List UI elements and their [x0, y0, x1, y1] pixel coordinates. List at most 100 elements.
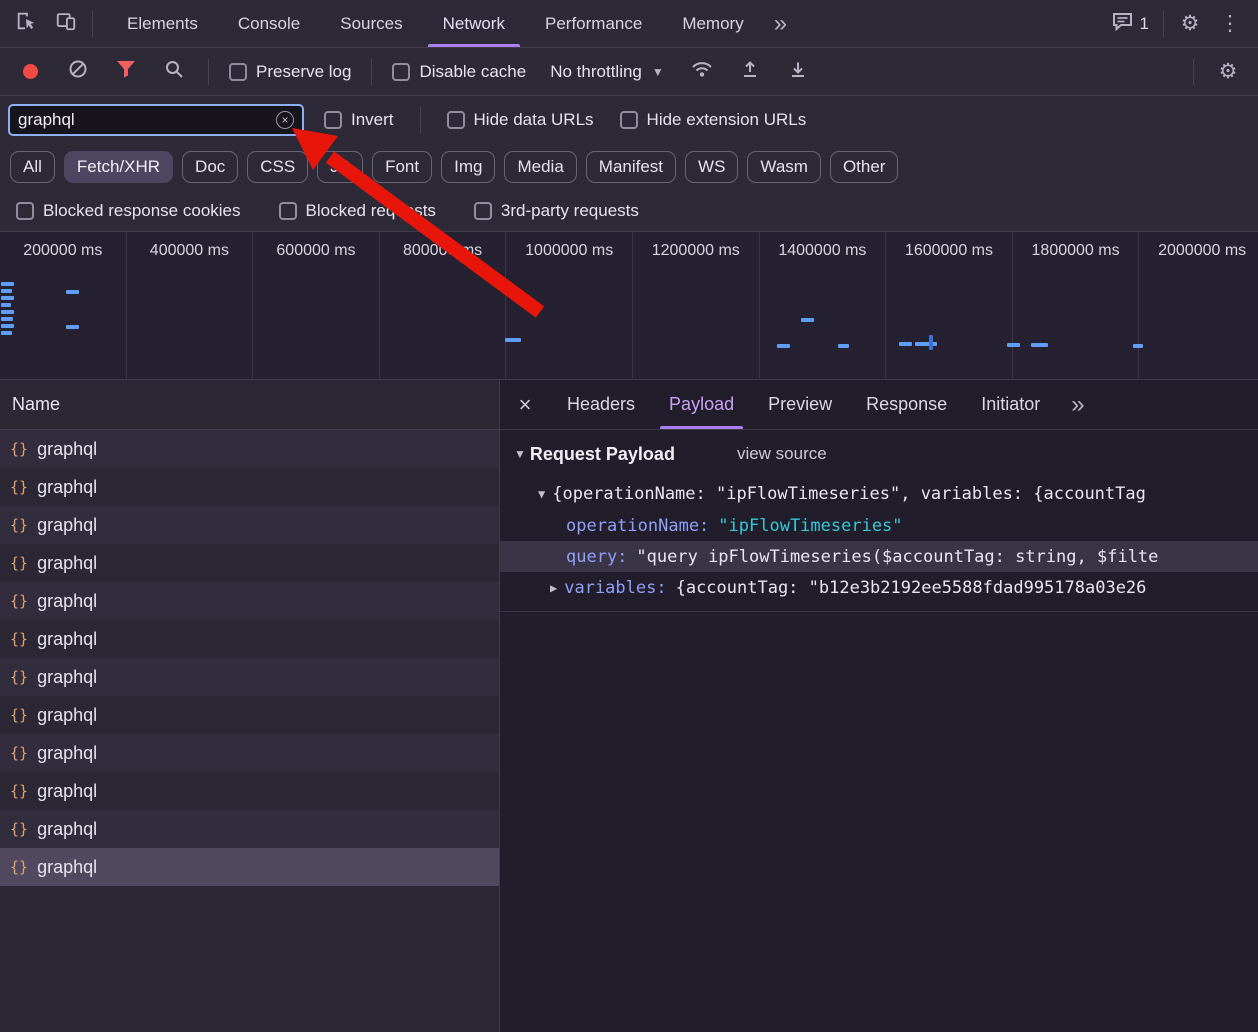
- waterfall-bar: [66, 325, 79, 329]
- table-row[interactable]: {}graphql: [0, 430, 499, 468]
- type-filter-ws[interactable]: WS: [685, 151, 738, 183]
- device-toolbar-button[interactable]: [46, 4, 86, 44]
- record-network-log-button[interactable]: [10, 52, 50, 92]
- tab-network[interactable]: Network: [423, 0, 525, 47]
- tab-sources[interactable]: Sources: [320, 0, 422, 47]
- clear-network-log-button[interactable]: [58, 52, 98, 92]
- payload-value: "ipFlowTimeseries": [718, 516, 902, 536]
- panel-tabs: Elements Console Sources Network Perform…: [107, 0, 795, 47]
- tab-elements[interactable]: Elements: [107, 0, 218, 47]
- import-har-button[interactable]: [730, 52, 770, 92]
- payload-root-row[interactable]: ▼ {operationName: "ipFlowTimeseries", va…: [500, 478, 1258, 510]
- third-party-requests-checkbox[interactable]: [474, 202, 492, 220]
- hide-data-urls-label: Hide data URLs: [474, 110, 594, 130]
- payload-key: operationName:: [566, 516, 709, 536]
- tab-memory[interactable]: Memory: [662, 0, 763, 47]
- waterfall-bar: [1, 331, 12, 335]
- hide-data-urls-checkbox[interactable]: [447, 111, 465, 129]
- kebab-menu-icon: ⋮: [1220, 13, 1241, 34]
- payload-entry-row[interactable]: operationName: "ipFlowTimeseries": [500, 510, 1258, 541]
- view-source-link[interactable]: view source: [737, 444, 827, 464]
- issues-counter[interactable]: 1: [1104, 12, 1157, 36]
- payload-key: query:: [566, 547, 627, 567]
- network-conditions-button[interactable]: [682, 52, 722, 92]
- table-row[interactable]: {}graphql: [0, 582, 499, 620]
- name-column-header: Name: [12, 394, 60, 415]
- invert-checkbox[interactable]: [324, 111, 342, 129]
- type-filter-other[interactable]: Other: [830, 151, 899, 183]
- table-row[interactable]: {}graphql: [0, 772, 499, 810]
- payload-tree: ▼ {operationName: "ipFlowTimeseries", va…: [500, 478, 1258, 612]
- request-name: graphql: [37, 857, 97, 878]
- close-details-button[interactable]: ×: [500, 392, 550, 418]
- tab-response[interactable]: Response: [849, 380, 964, 429]
- waterfall-bar: [777, 344, 790, 348]
- type-filter-manifest[interactable]: Manifest: [586, 151, 676, 183]
- type-filter-doc[interactable]: Doc: [182, 151, 238, 183]
- type-filter-css[interactable]: CSS: [247, 151, 308, 183]
- table-row[interactable]: {}graphql: [0, 506, 499, 544]
- tab-preview[interactable]: Preview: [751, 380, 849, 429]
- table-row[interactable]: {}graphql: [0, 544, 499, 582]
- expander-open-icon[interactable]: ▼: [538, 487, 545, 501]
- export-har-button[interactable]: [778, 52, 818, 92]
- clear-filter-icon[interactable]: ×: [276, 111, 294, 129]
- collapse-section-icon[interactable]: ▼: [514, 447, 526, 461]
- waterfall-bar: [1007, 343, 1020, 347]
- network-overview-timeline[interactable]: 200000 ms 400000 ms 600000 ms 800000 ms …: [0, 232, 1258, 380]
- type-filter-all[interactable]: All: [10, 151, 55, 183]
- table-row[interactable]: {}graphql: [0, 734, 499, 772]
- network-filter-row: × Invert Hide data URLs Hide extension U…: [0, 96, 1258, 144]
- payload-entry-row[interactable]: ▶ variables: {accountTag: "b12e3b2192ee5…: [500, 572, 1258, 603]
- table-row[interactable]: {}graphql: [0, 620, 499, 658]
- more-detail-tabs-button[interactable]: »: [1061, 391, 1092, 419]
- tab-initiator[interactable]: Initiator: [964, 380, 1057, 429]
- request-name: graphql: [37, 477, 97, 498]
- more-panels-button[interactable]: »: [764, 0, 795, 47]
- network-settings-button[interactable]: ⚙: [1208, 52, 1248, 92]
- message-bubble-icon: [1112, 12, 1133, 36]
- settings-button[interactable]: ⚙: [1170, 4, 1210, 44]
- type-filter-wasm[interactable]: Wasm: [747, 151, 821, 183]
- payload-entry-row[interactable]: query: "query ipFlowTimeseries($accountT…: [500, 541, 1258, 572]
- funnel-filter-icon: [116, 60, 136, 83]
- type-filter-fetch-xhr[interactable]: Fetch/XHR: [64, 151, 173, 183]
- inspect-cursor-icon: [15, 10, 37, 37]
- filter-input[interactable]: [18, 110, 276, 130]
- main-menu-button[interactable]: ⋮: [1210, 4, 1250, 44]
- expander-closed-icon[interactable]: ▶: [550, 581, 557, 595]
- disable-cache-checkbox[interactable]: [392, 63, 410, 81]
- throttling-dropdown[interactable]: No throttling ▼: [540, 62, 674, 82]
- blocked-requests-checkbox[interactable]: [279, 202, 297, 220]
- requests-table-header[interactable]: Name: [0, 380, 499, 430]
- request-type-filters: All Fetch/XHR Doc CSS JS Font Img Media …: [0, 144, 1258, 190]
- hide-extension-urls-checkbox[interactable]: [620, 111, 638, 129]
- network-conditions-icon: [690, 59, 714, 84]
- json-braces-icon: {}: [10, 858, 28, 876]
- waterfall-bar: [1, 310, 14, 314]
- inspect-element-button[interactable]: [6, 4, 46, 44]
- table-row[interactable]: {}graphql: [0, 658, 499, 696]
- tab-headers[interactable]: Headers: [550, 380, 652, 429]
- table-row-selected[interactable]: {} graphql: [0, 848, 499, 886]
- type-filter-img[interactable]: Img: [441, 151, 495, 183]
- table-row[interactable]: {}graphql: [0, 810, 499, 848]
- table-row[interactable]: {}graphql: [0, 468, 499, 506]
- table-row[interactable]: {}graphql: [0, 696, 499, 734]
- request-name: graphql: [37, 781, 97, 802]
- chevron-double-icon: »: [774, 10, 785, 38]
- chevron-down-icon: ▼: [652, 65, 664, 79]
- blocked-response-cookies-checkbox[interactable]: [16, 202, 34, 220]
- type-filter-media[interactable]: Media: [504, 151, 576, 183]
- json-braces-icon: {}: [10, 706, 28, 724]
- tab-performance[interactable]: Performance: [525, 0, 662, 47]
- gear-icon: ⚙: [1219, 61, 1238, 82]
- search-network-button[interactable]: [154, 52, 194, 92]
- type-filter-font[interactable]: Font: [372, 151, 432, 183]
- tab-console[interactable]: Console: [218, 0, 320, 47]
- tab-payload[interactable]: Payload: [652, 380, 751, 429]
- type-filter-js[interactable]: JS: [317, 151, 363, 183]
- filter-toggle-button[interactable]: [106, 52, 146, 92]
- upload-icon: [740, 59, 760, 84]
- preserve-log-checkbox[interactable]: [229, 63, 247, 81]
